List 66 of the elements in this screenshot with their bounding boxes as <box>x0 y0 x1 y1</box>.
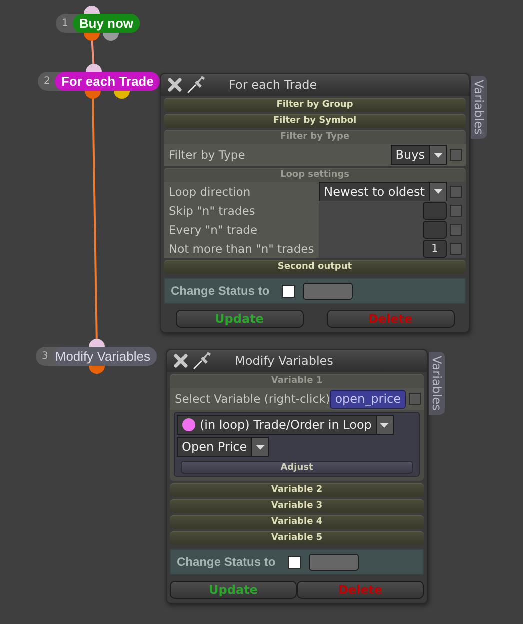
section-header[interactable]: Second output <box>164 260 466 274</box>
circle-icon <box>182 418 196 432</box>
caret-icon <box>434 152 442 158</box>
flow-node[interactable]: 3 Modify Variables <box>36 347 157 366</box>
dropdown[interactable]: Buys <box>390 145 447 165</box>
node-number: 2 <box>43 76 52 87</box>
input-field[interactable] <box>423 220 447 238</box>
node-label: Buy now <box>73 14 140 33</box>
variable-chip[interactable]: open_price <box>330 390 406 408</box>
close-icon[interactable] <box>167 77 183 93</box>
caret-icon <box>256 444 265 450</box>
checkbox[interactable] <box>409 393 422 405</box>
section-header[interactable]: Variable 2 <box>170 483 424 497</box>
field-label: Every "n" trade <box>168 222 259 236</box>
section-header[interactable]: Filter by Group <box>164 98 466 112</box>
caret-icon <box>434 189 442 194</box>
status-label: Change Status to <box>171 284 270 298</box>
update-button[interactable]: Update <box>176 310 304 328</box>
node-number: 3 <box>41 351 50 362</box>
output-port[interactable] <box>89 366 105 374</box>
status-field[interactable] <box>308 554 359 570</box>
panel-title: Modify Variables <box>235 354 334 368</box>
status-field[interactable] <box>302 282 353 300</box>
pin-icon[interactable] <box>193 352 213 370</box>
input-port[interactable] <box>86 64 102 72</box>
section-header[interactable]: Variable 3 <box>170 499 424 513</box>
pin-icon[interactable] <box>187 76 207 94</box>
checkbox[interactable] <box>450 242 462 254</box>
flow-node[interactable]: 2 For each Trade <box>38 72 160 91</box>
node-label: Modify Variables <box>53 347 157 366</box>
status-label: Change Status to <box>177 555 276 569</box>
panel-title: For each Trade <box>229 78 318 92</box>
input-port[interactable] <box>84 6 100 14</box>
update-button[interactable]: Update <box>170 581 297 599</box>
checkbox[interactable] <box>450 186 462 198</box>
section-header[interactable]: Variable 5 <box>170 531 424 545</box>
input-field[interactable]: 1 <box>423 240 447 258</box>
section-header[interactable]: Variable 4 <box>170 515 424 529</box>
field-label: Loop direction <box>168 184 252 198</box>
node-label: For each Trade <box>55 72 160 91</box>
section-header[interactable]: Filter by Symbol <box>164 114 466 128</box>
node-number: 1 <box>61 18 70 29</box>
checkbox[interactable] <box>282 284 295 298</box>
checkbox[interactable] <box>450 149 462 161</box>
adjust-button[interactable]: Adjust <box>181 461 413 474</box>
flow-node[interactable]: 1 Buy now <box>56 14 140 33</box>
dropdown[interactable]: Newest to oldest <box>319 182 447 202</box>
input-port[interactable] <box>89 339 105 347</box>
output-port[interactable] <box>103 33 119 41</box>
input-field[interactable] <box>423 202 447 220</box>
field-label: Select Variable (right-click) <box>174 392 330 406</box>
output-port[interactable] <box>85 91 101 99</box>
variables-tab[interactable]: Variables <box>471 76 487 139</box>
close-icon[interactable] <box>173 353 189 369</box>
checkbox[interactable] <box>450 224 462 236</box>
output-port[interactable] <box>114 91 130 99</box>
output-port[interactable] <box>84 33 100 41</box>
caret-icon <box>380 422 390 428</box>
variables-tab[interactable]: Variables <box>429 352 445 415</box>
dropdown[interactable]: Open Price <box>177 437 270 457</box>
field-label: Skip "n" trades <box>168 204 256 218</box>
checkbox[interactable] <box>450 204 462 216</box>
dropdown[interactable]: (in loop) Trade/Order in Loop <box>177 415 394 435</box>
field-label: Not more than "n" trades <box>168 242 316 256</box>
field-label: Filter by Type <box>168 148 246 162</box>
checkbox[interactable] <box>288 556 301 568</box>
